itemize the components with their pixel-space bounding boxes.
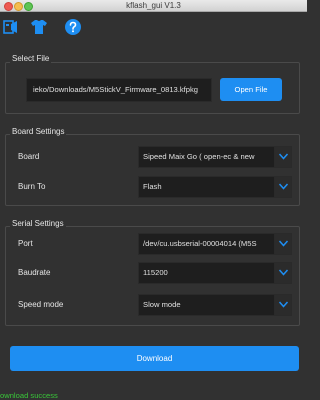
file-path-field[interactable]: ieko/Downloads/M5StickV_Firmware_0813.kf… — [26, 78, 212, 102]
chevron-down-icon — [274, 147, 291, 167]
window-titlebar: kflash_gui V1.3 — [0, 0, 307, 12]
plugin-icon[interactable] — [2, 18, 20, 36]
baudrate-select-value: 115200 — [143, 268, 168, 277]
burn-to-select-value: Flash — [143, 182, 162, 191]
port-label: Port — [18, 239, 33, 248]
open-file-button[interactable]: Open File — [220, 78, 282, 101]
port-select[interactable]: /dev/cu.usbserial-00004014 (M5S — [138, 233, 292, 255]
port-select-value: /dev/cu.usbserial-00004014 (M5S — [143, 239, 257, 248]
toolbar — [0, 12, 307, 42]
help-icon[interactable] — [64, 18, 82, 36]
board-settings-group-title: Board Settings — [10, 127, 67, 136]
speed-mode-label: Speed mode — [18, 300, 64, 309]
window-title: kflash_gui V1.3 — [126, 1, 181, 10]
serial-settings-group-title: Serial Settings — [10, 219, 66, 228]
board-select[interactable]: Sipeed Maix Go ( open-ec & new — [138, 146, 292, 168]
speed-mode-select[interactable]: Slow mode — [138, 294, 292, 316]
board-select-value: Sipeed Maix Go ( open-ec & new — [143, 152, 255, 161]
download-button[interactable]: Download — [10, 346, 299, 371]
chevron-down-icon — [274, 234, 291, 254]
chevron-down-icon — [274, 177, 291, 197]
select-file-group-title: Select File — [10, 54, 52, 63]
baudrate-select[interactable]: 115200 — [138, 262, 292, 284]
tshirt-icon[interactable] — [30, 18, 48, 36]
burn-to-label: Burn To — [18, 182, 46, 191]
baudrate-label: Baudrate — [18, 268, 51, 277]
board-label: Board — [18, 152, 40, 161]
speed-mode-select-value: Slow mode — [143, 300, 181, 309]
burn-to-select[interactable]: Flash — [138, 176, 292, 198]
chevron-down-icon — [274, 263, 291, 283]
status-text: ownload success — [0, 391, 58, 400]
chevron-down-icon — [274, 295, 291, 315]
